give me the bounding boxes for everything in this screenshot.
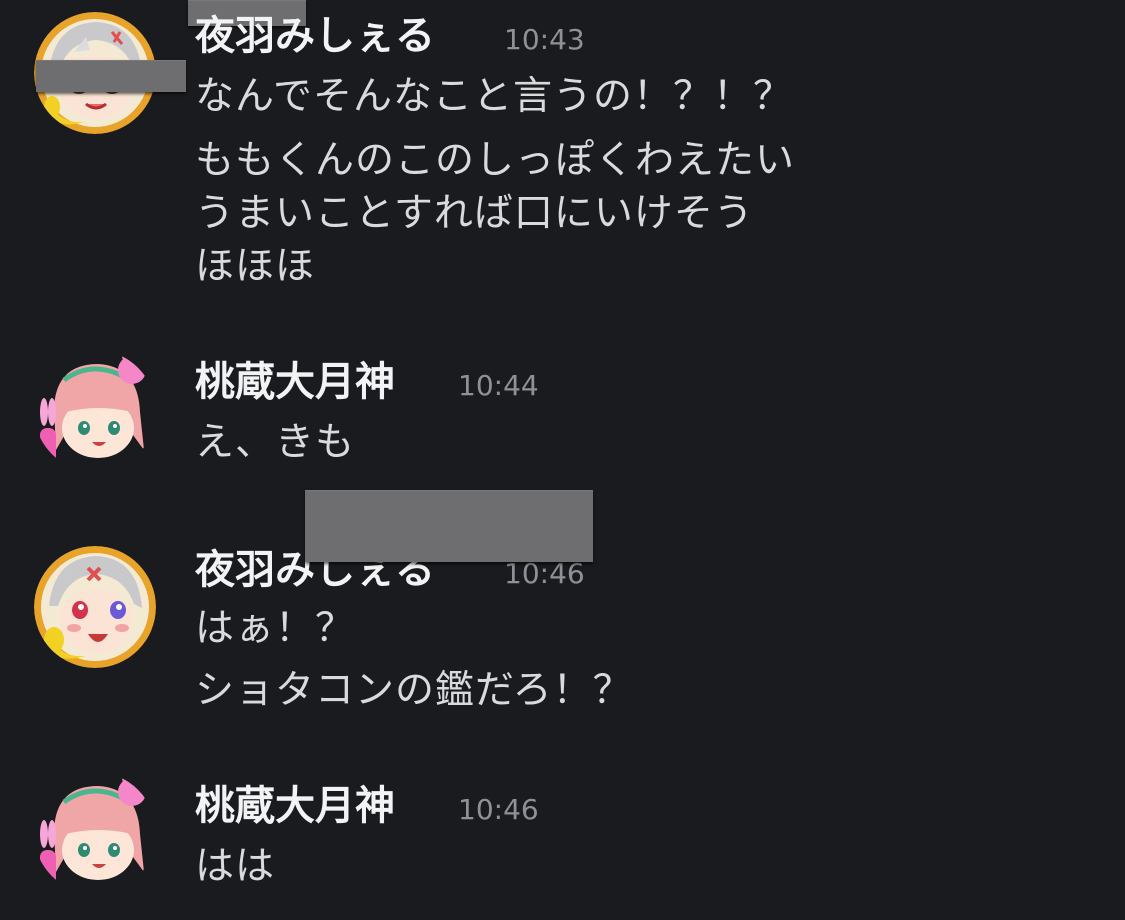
- timestamp: 10:44: [458, 369, 539, 402]
- message-line: はは: [195, 844, 276, 889]
- message-line: なんでそんなこと言うの！？！？: [195, 74, 794, 119]
- redaction-bar: [305, 490, 593, 562]
- message-line: え、きも: [195, 420, 356, 465]
- timestamp: 10:46: [458, 793, 539, 826]
- timestamp: 10:43: [504, 23, 585, 56]
- avatar-momozo[interactable]: [34, 772, 156, 894]
- message-line: ほほほ: [195, 244, 316, 289]
- message-line: ももくんのこのしっぽくわえたい: [195, 138, 796, 183]
- author-name[interactable]: 桃蔵大月神: [195, 782, 395, 830]
- message-line: はぁ！？: [195, 606, 356, 651]
- avatar-misheru[interactable]: [34, 546, 156, 668]
- avatar-momozo[interactable]: [34, 350, 156, 472]
- message-line: うまいことすれば口にいけそう: [195, 191, 754, 236]
- author-name[interactable]: 桃蔵大月神: [195, 358, 395, 406]
- author-name[interactable]: 夜羽みしぇる: [195, 12, 435, 60]
- message-line: ショタコンの鑑だろ！？: [195, 668, 633, 713]
- redaction-bar: [36, 60, 186, 92]
